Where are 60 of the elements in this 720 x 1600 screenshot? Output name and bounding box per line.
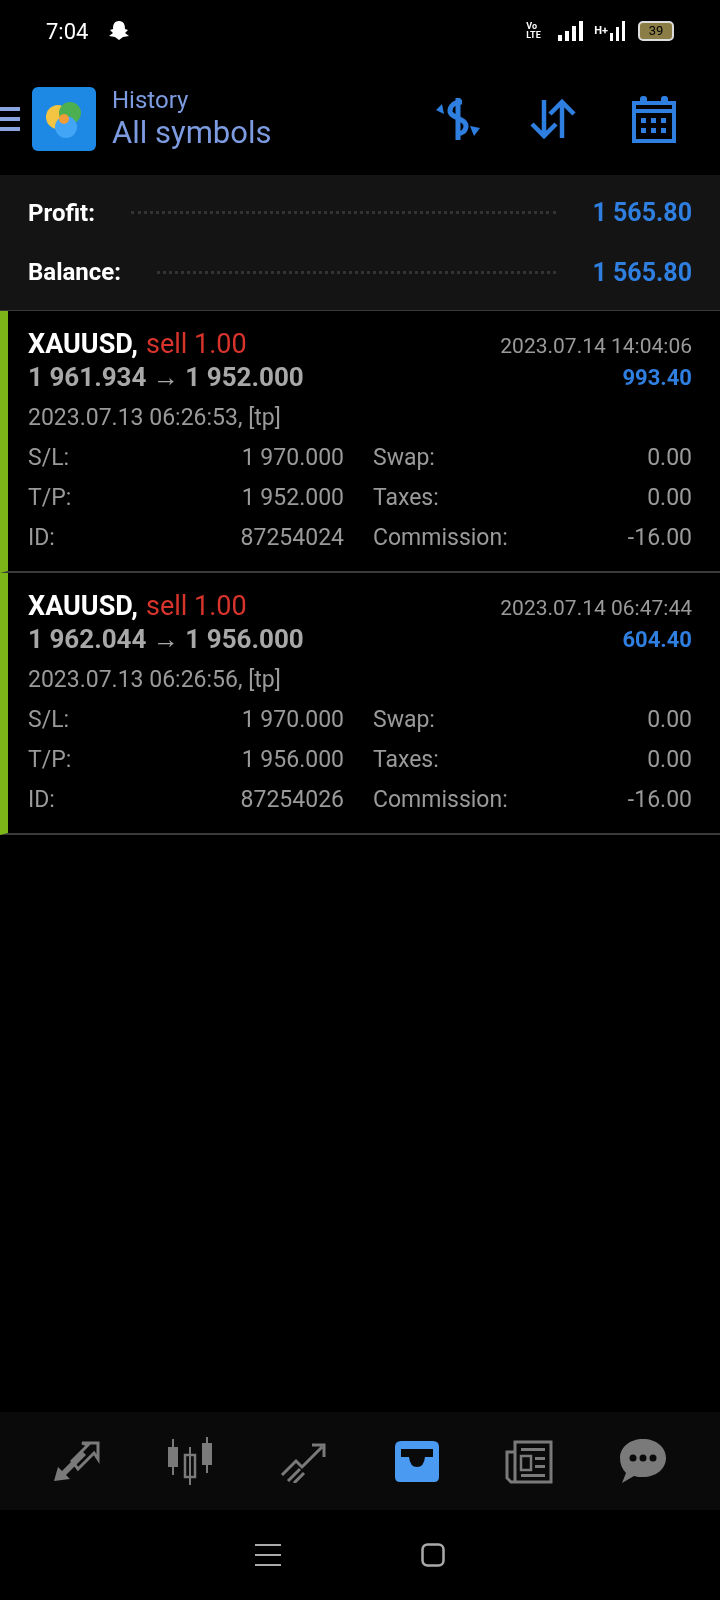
field-value: 87254024 [239,523,344,553]
trade-side: sell 1.00 [145,589,247,623]
field-label: Swap: [373,443,435,473]
trade-card[interactable]: XAUUSD, sell 1.00 1 961.934 → 1 952.000 2023.07.14 14:04:06 993.40 2023.07.13 06:26:53, [tp] S/L: 1 970.000 Swap: 0.00 T/P: 1 952.000 Taxes: 0.00 ID: 87254024 Commission: -16.00 [0,311,720,573]
field-label: ID: [28,523,56,553]
screen-title: History [112,85,190,114]
signal-icon [558,21,585,41]
sort-icon[interactable] [530,97,576,140]
field-value: 0.00 [647,483,692,513]
trade-side: sell 1.00 [145,327,247,361]
field-label: T/P: [28,745,73,775]
calendar-icon[interactable] [630,94,678,143]
field-label: S/L: [28,705,71,735]
status-time: 7:04 [46,17,89,46]
field-label: Commission: [373,785,508,815]
close-time: 2023.07.14 14:04:06 [500,333,692,360]
field-value: 1 970.000 [240,705,344,735]
field-value: 0.00 [647,745,692,775]
trade-prices: 1 961.934 → 1 952.000 [28,361,304,393]
summary-value: 1 565.80 [592,256,692,289]
trade-profit: 604.40 [622,626,692,654]
signal-icon [610,21,626,41]
field-label: T/P: [28,483,73,513]
open-time: 2023.07.13 06:26:53, [tp] [28,403,282,433]
menu-icon[interactable] [0,104,20,133]
close-time: 2023.07.14 06:47:44 [500,595,692,622]
field-value: 1 970.000 [240,443,344,473]
summary-value: 1 565.80 [592,197,692,229]
field-value: 1 956.000 [240,745,344,775]
symbol-filter[interactable]: All symbols [112,113,272,152]
open-time: 2023.07.13 06:26:56, [tp] [28,665,282,695]
home-icon[interactable] [421,1543,445,1567]
chat-bubble-icon [618,1437,669,1485]
newspaper-icon [504,1438,555,1484]
summary-label: Balance: [28,257,122,289]
recents-icon[interactable] [255,1543,281,1567]
field-label: ID: [28,785,56,815]
trade-card[interactable]: XAUUSD, sell 1.00 1 962.044 → 1 956.000 2023.07.14 06:47:44 604.40 2023.07.13 06:26:56, [tp] S/L: 1 970.000 Swap: 0.00 T/P: 1 956.000 Taxes: 0.00 ID: 87254026 Commission: -16.00 [0,573,720,835]
field-value: 0.00 [647,443,692,473]
summary-label: Profit: [28,197,95,229]
trade-symbol: XAUUSD, [28,589,138,623]
volte-indicator: Vo LTE [526,22,542,40]
field-label: Swap: [373,705,435,735]
field-label: Commission: [373,523,508,553]
field-value: 0.00 [647,705,692,735]
battery-indicator: 39 [638,21,674,41]
field-value: -16.00 [627,785,692,815]
trade-profit: 993.40 [622,364,692,392]
field-value: 87254026 [239,785,344,815]
field-value: -16.00 [627,523,692,553]
trade-prices: 1 962.044 → 1 956.000 [28,623,304,655]
field-label: S/L: [28,443,71,473]
field-label: Taxes: [373,745,439,775]
field-value: 1 952.000 [240,483,344,513]
ghost-icon [108,20,131,42]
trade-symbol: XAUUSD, [28,327,138,361]
field-label: Taxes: [373,483,439,513]
app-logo-icon [32,86,96,151]
double-arrow-icon [51,1439,102,1483]
network-type: H+ [594,22,608,39]
